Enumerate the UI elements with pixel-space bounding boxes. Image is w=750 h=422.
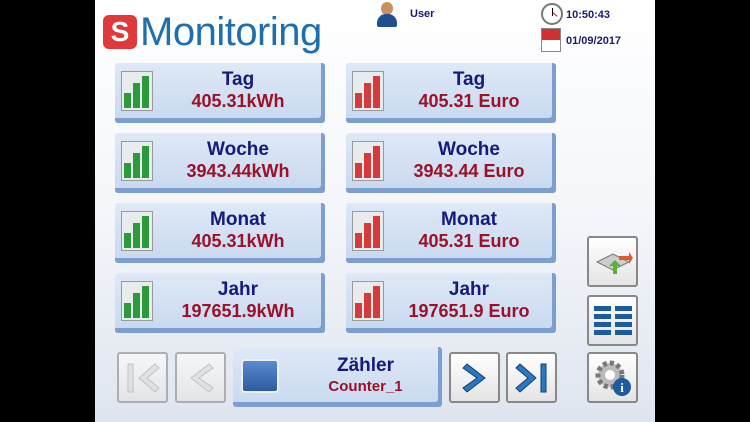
chevron-left-icon bbox=[189, 362, 214, 393]
tile-label: Jahr bbox=[217, 279, 259, 300]
user-icon bbox=[376, 2, 398, 28]
right-letterbox bbox=[655, 0, 750, 422]
tile-value: 3943.44 Euro bbox=[413, 161, 525, 181]
tile-value: 405.31kWh bbox=[191, 231, 285, 251]
tile-woche-energy[interactable]: Woche 3943.44kWh bbox=[115, 133, 325, 193]
previous-counter-button[interactable] bbox=[175, 352, 226, 403]
tile-woche-cost[interactable]: Woche 3943.44 Euro bbox=[346, 133, 556, 193]
tile-value: 197651.9 Euro bbox=[408, 301, 530, 321]
monitoring-screen: S Monitoring User 10:50:43 01/09/2017 Ta… bbox=[95, 0, 655, 422]
tile-label: Monat bbox=[210, 209, 266, 230]
bar-chart-icon bbox=[352, 71, 384, 111]
logo-s-icon: S bbox=[103, 15, 137, 49]
counter-label: Zähler bbox=[336, 355, 395, 376]
data-transfer-button[interactable] bbox=[587, 236, 638, 287]
app-logo: S Monitoring bbox=[103, 12, 322, 52]
svg-text:i: i bbox=[620, 380, 624, 395]
logo-text: Monitoring bbox=[140, 10, 322, 54]
tile-value: 197651.9kWh bbox=[181, 301, 295, 321]
tile-tag-energy[interactable]: Tag 405.31kWh bbox=[115, 63, 325, 123]
last-counter-button[interactable] bbox=[506, 352, 557, 403]
tile-value: 405.31kWh bbox=[191, 91, 285, 111]
gear-info-icon: i bbox=[595, 360, 631, 396]
next-counter-button[interactable] bbox=[449, 352, 500, 403]
left-letterbox bbox=[0, 0, 95, 422]
tile-label: Tag bbox=[221, 69, 255, 90]
tile-tag-cost[interactable]: Tag 405.31 Euro bbox=[346, 63, 556, 123]
counter-name: Counter_1 bbox=[328, 378, 403, 395]
user-name: User bbox=[410, 8, 435, 20]
tile-value: 405.31 Euro bbox=[418, 91, 520, 111]
skip-last-icon bbox=[514, 362, 546, 393]
clock-icon bbox=[541, 3, 563, 25]
bar-chart-icon bbox=[121, 281, 153, 321]
settings-info-button[interactable]: i bbox=[587, 352, 638, 403]
current-date: 01/09/2017 bbox=[566, 35, 622, 47]
tile-jahr-energy[interactable]: Jahr 197651.9kWh bbox=[115, 273, 325, 333]
tile-label: Woche bbox=[207, 139, 269, 160]
transfer-icon bbox=[595, 251, 633, 274]
tile-label: Woche bbox=[438, 139, 500, 160]
counter-selector[interactable]: Zähler Counter_1 bbox=[233, 347, 442, 407]
bar-chart-icon bbox=[121, 211, 153, 251]
bar-chart-icon bbox=[352, 211, 384, 251]
tile-jahr-cost[interactable]: Jahr 197651.9 Euro bbox=[346, 273, 556, 333]
clock-time: 10:50:43 bbox=[566, 9, 611, 21]
tile-monat-energy[interactable]: Monat 405.31kWh bbox=[115, 203, 325, 263]
bar-chart-icon bbox=[352, 141, 384, 181]
calendar-icon bbox=[541, 28, 561, 52]
list-view-button[interactable] bbox=[587, 295, 638, 346]
tile-label: Tag bbox=[452, 69, 486, 90]
tile-label: Monat bbox=[441, 209, 497, 230]
energy-meter-icon bbox=[241, 359, 279, 393]
bar-chart-icon bbox=[121, 141, 153, 181]
skip-first-icon bbox=[127, 362, 160, 393]
tile-monat-cost[interactable]: Monat 405.31 Euro bbox=[346, 203, 556, 263]
tile-value: 405.31 Euro bbox=[418, 231, 520, 251]
bar-chart-icon bbox=[121, 71, 153, 111]
first-counter-button[interactable] bbox=[117, 352, 168, 403]
chevron-right-icon bbox=[461, 362, 486, 393]
bar-chart-icon bbox=[352, 281, 384, 321]
list-icon bbox=[593, 305, 632, 335]
tile-label: Jahr bbox=[448, 279, 490, 300]
tile-value: 3943.44kWh bbox=[186, 161, 290, 181]
